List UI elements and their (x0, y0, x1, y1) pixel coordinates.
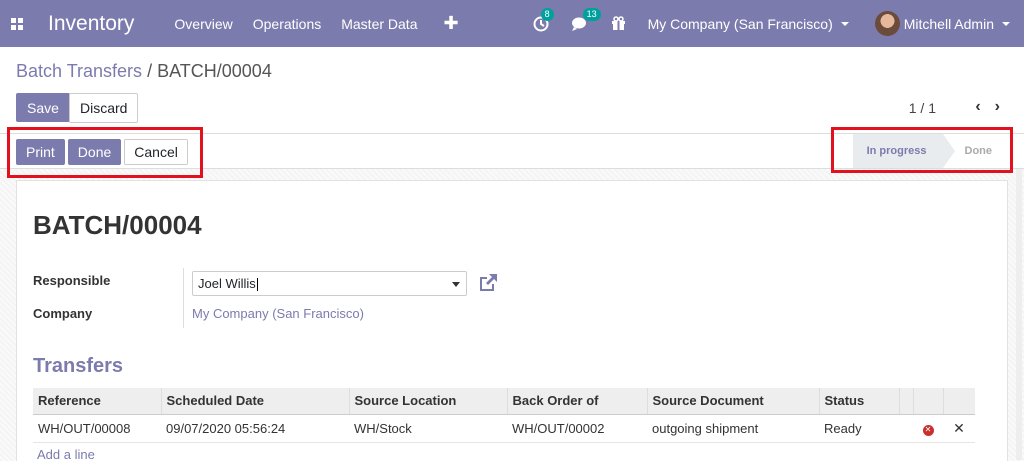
column-header-source-document[interactable]: Source Document (647, 388, 820, 415)
activity-badge: 8 (540, 7, 554, 21)
pager-value[interactable]: 1 / 1 (909, 100, 936, 116)
breadcrumb-separator: / (147, 61, 153, 81)
table-header-row: Reference Scheduled Date Source Location… (33, 388, 975, 415)
company-label: Company (33, 306, 93, 321)
cell-scheduled-date: 09/07/2020 05:56:24 (161, 414, 349, 443)
user-name: Mitchell Admin (903, 15, 994, 32)
column-header-blank (943, 388, 975, 415)
user-menu[interactable]: Mitchell Admin (874, 11, 1010, 36)
app-title[interactable]: Inventory (48, 12, 134, 36)
highlight-box-actions (7, 127, 203, 178)
avatar (874, 11, 900, 36)
discard-button[interactable]: Discard (69, 93, 139, 123)
chevron-down-icon (452, 282, 460, 287)
record-title: BATCH/00004 (33, 210, 202, 240)
company-switcher[interactable]: My Company (San Francisco) (648, 16, 849, 32)
plus-icon[interactable]: ✚ (443, 13, 458, 34)
cell-cancel-action: ✕ (913, 414, 943, 443)
column-header-back-order-of[interactable]: Back Order of (507, 388, 648, 415)
activity-clock-icon[interactable]: 8 (533, 7, 554, 32)
gift-icon[interactable] (611, 16, 626, 31)
company-switcher-label: My Company (San Francisco) (647, 15, 833, 32)
external-link-icon[interactable] (477, 272, 499, 292)
table-row[interactable]: WH/OUT/00008 09/07/2020 05:56:24 WH/Stoc… (33, 414, 975, 443)
messages-badge: 13 (582, 8, 601, 21)
column-header-reference[interactable]: Reference (33, 388, 162, 415)
column-header-status[interactable]: Status (819, 388, 900, 415)
cell-status: Ready (819, 414, 899, 443)
responsible-select[interactable]: Joel Willis (192, 271, 467, 296)
apps-menu-icon[interactable] (2, 0, 32, 47)
cell-delete-action: ✕ (943, 414, 975, 443)
scrollbar[interactable] (1016, 140, 1022, 460)
cell-source-document: outgoing shipment (647, 414, 819, 443)
column-header-source-location[interactable]: Source Location (349, 388, 508, 415)
field-divider (183, 268, 184, 328)
top-navbar: Inventory Overview Operations Master Dat… (0, 0, 1024, 47)
cancel-circle-icon[interactable]: ✕ (922, 424, 934, 436)
menu-master-data[interactable]: Master Data (341, 16, 417, 32)
chevron-down-icon (840, 21, 849, 26)
chevron-down-icon (1002, 21, 1010, 26)
column-header-blank (899, 388, 914, 415)
breadcrumb: Batch Transfers / BATCH/00004 (16, 61, 272, 82)
pager-arrows: ‹ › (975, 98, 1000, 116)
transfers-table: Reference Scheduled Date Source Location… (33, 388, 975, 443)
save-button[interactable]: Save (16, 93, 70, 122)
chevron-left-icon[interactable]: ‹ (975, 98, 980, 116)
responsible-label: Responsible (33, 273, 111, 288)
cell-source-location: WH/Stock (349, 414, 507, 443)
breadcrumb-parent[interactable]: Batch Transfers (16, 61, 142, 81)
company-value-link[interactable]: My Company (San Francisco) (192, 306, 364, 321)
chevron-right-icon[interactable]: › (995, 98, 1000, 116)
cell-back-order-of: WH/OUT/00002 (507, 414, 647, 443)
responsible-value: Joel Willis (198, 276, 256, 291)
transfers-section-title: Transfers (33, 355, 124, 377)
highlight-box-stages (831, 127, 1013, 173)
breadcrumb-current: BATCH/00004 (157, 61, 272, 81)
column-header-blank (913, 388, 944, 415)
messages-icon[interactable]: 13 (571, 8, 601, 31)
column-header-scheduled-date[interactable]: Scheduled Date (161, 388, 350, 415)
add-line-link[interactable]: Add a line (37, 447, 95, 461)
delete-icon[interactable]: ✕ (953, 420, 965, 436)
menu-operations[interactable]: Operations (253, 16, 321, 32)
cell-reference: WH/OUT/00008 (33, 414, 161, 443)
cell-blank (899, 414, 913, 443)
menu-overview[interactable]: Overview (174, 16, 232, 32)
